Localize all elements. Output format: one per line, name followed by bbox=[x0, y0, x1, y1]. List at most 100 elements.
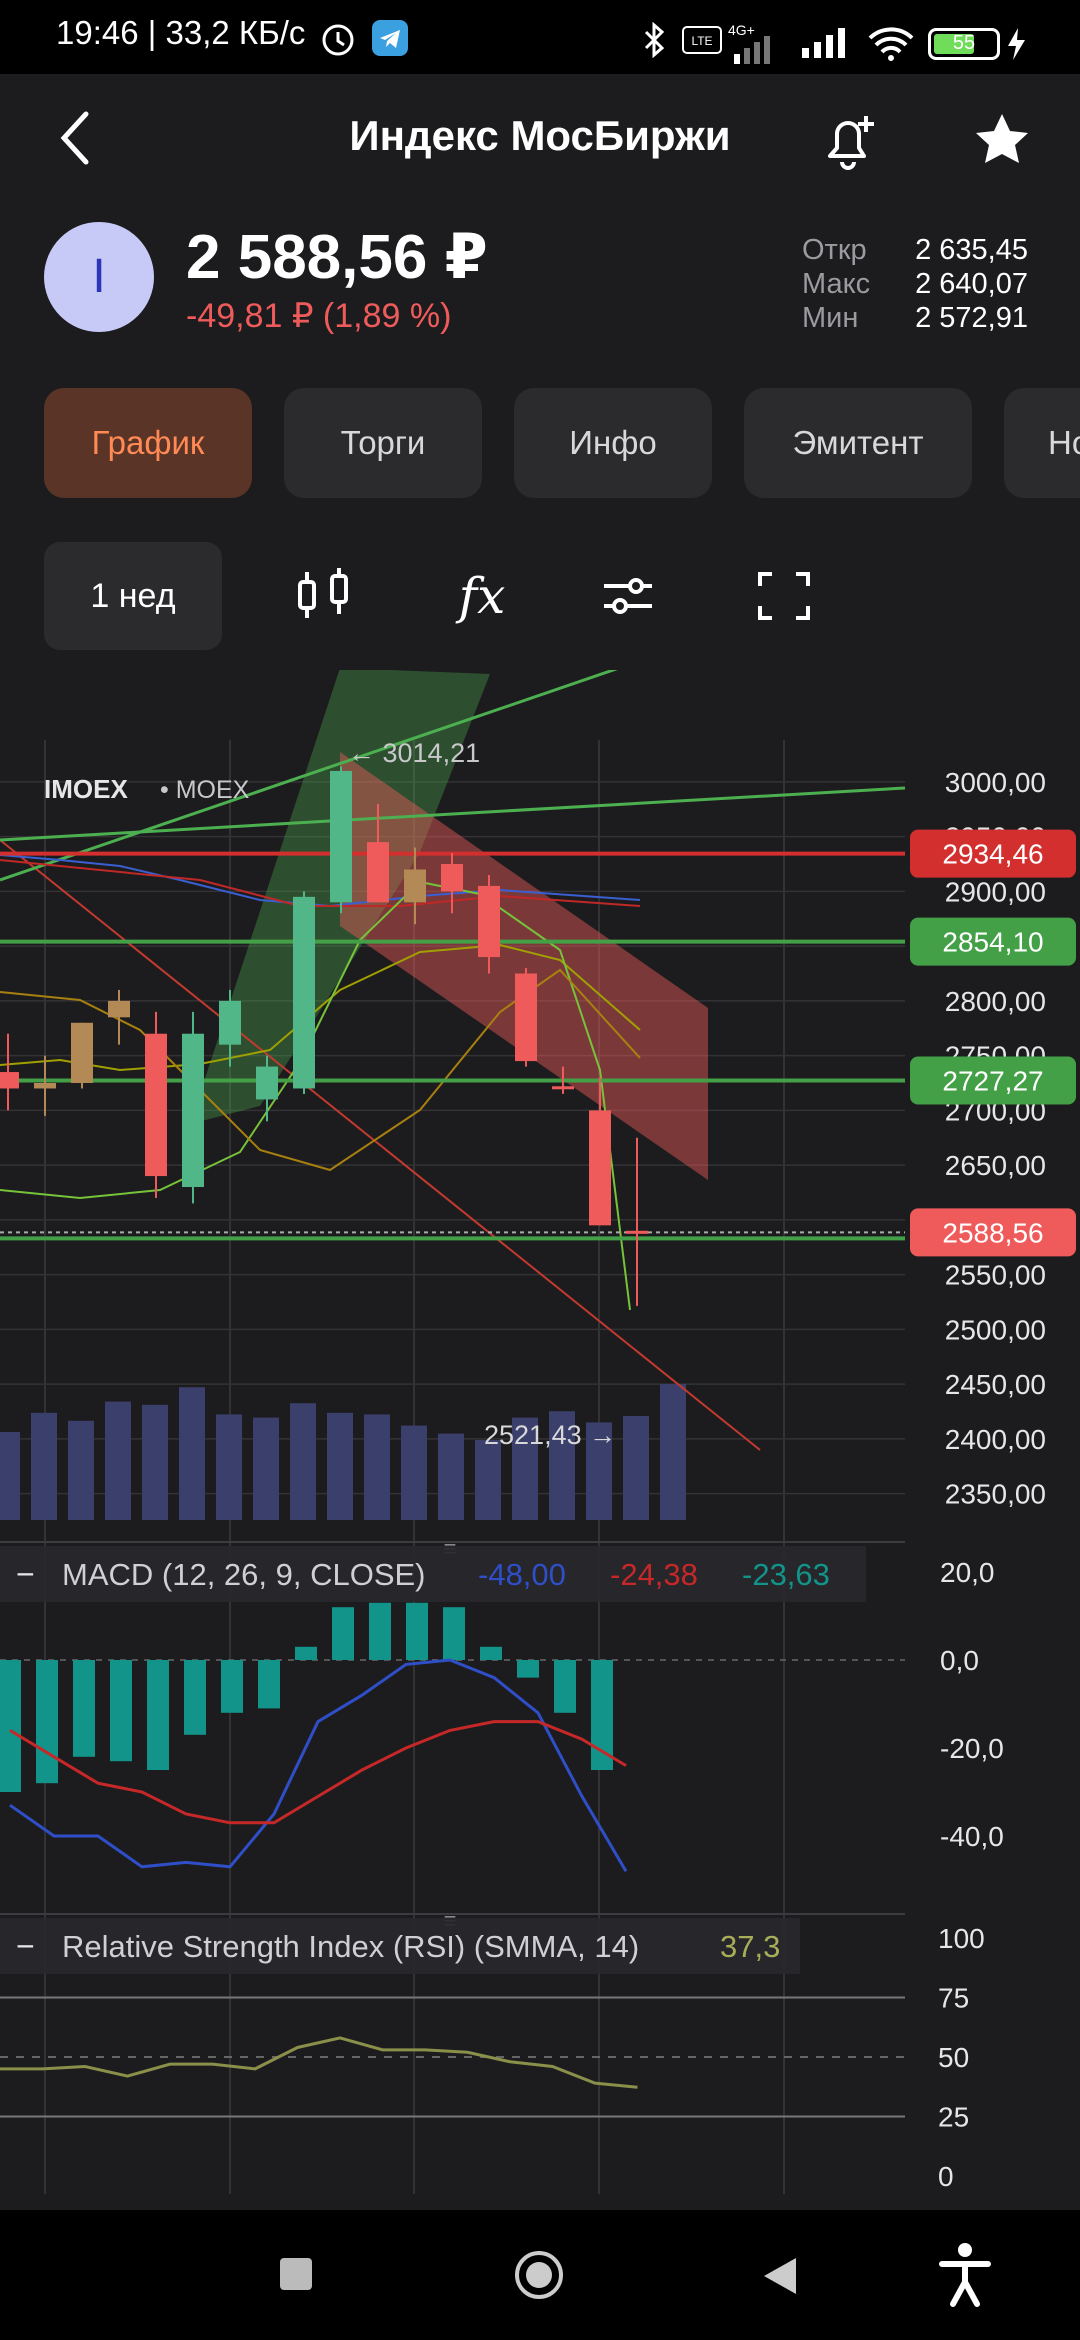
low-label: 2521,43 → bbox=[484, 1420, 616, 1450]
rsi-tick-label: 50 bbox=[938, 2042, 969, 2073]
candle-body bbox=[182, 1033, 204, 1188]
macd-histogram-bar bbox=[0, 1660, 21, 1792]
tab-info[interactable]: Инфо bbox=[514, 388, 712, 498]
stat-low-label: Мин bbox=[802, 302, 859, 334]
tab-issuer[interactable]: Эмитент bbox=[744, 388, 972, 498]
battery-level: 55 bbox=[952, 32, 976, 54]
candle-body bbox=[108, 1000, 130, 1018]
macd-histogram-bar bbox=[258, 1660, 280, 1709]
recent-apps-icon[interactable] bbox=[280, 2258, 312, 2290]
rsi-collapse-icon: − bbox=[16, 1928, 35, 1964]
wifi-icon bbox=[868, 27, 914, 61]
volume-bar bbox=[327, 1412, 353, 1520]
volume-bar bbox=[142, 1404, 168, 1520]
page-title: Индекс МосБиржи bbox=[349, 112, 731, 159]
volume-bar bbox=[438, 1433, 464, 1520]
charging-icon bbox=[1008, 28, 1025, 60]
candle-body bbox=[552, 1086, 574, 1090]
fullscreen-icon[interactable] bbox=[752, 564, 816, 628]
level-badge-label: 2588,56 bbox=[942, 1217, 1043, 1248]
alarm-icon bbox=[322, 24, 354, 56]
volume-bar bbox=[31, 1412, 57, 1520]
favorite-star-icon[interactable] bbox=[970, 108, 1034, 172]
settings-sliders-icon[interactable] bbox=[596, 564, 660, 628]
status-time: 19:46 | 33,2 КБ/с bbox=[56, 14, 306, 51]
signal-value: -24,38 bbox=[610, 1557, 698, 1592]
volume-bar bbox=[290, 1403, 316, 1520]
price-change: -49,81 ₽ (1,89 %) bbox=[186, 297, 452, 335]
macd-tick-label: -40,0 bbox=[940, 1821, 1004, 1852]
volume-bar bbox=[0, 1432, 20, 1520]
stat-open-label: Откр bbox=[802, 234, 867, 266]
price-tick-label: 2400,00 bbox=[945, 1424, 1046, 1455]
bluetooth-icon bbox=[644, 22, 665, 58]
macd-tick-label: -20,0 bbox=[940, 1733, 1004, 1764]
back-nav-icon[interactable] bbox=[760, 2254, 800, 2298]
macd-histogram-bar bbox=[443, 1607, 465, 1660]
level-badge-label: 2934,46 bbox=[942, 839, 1043, 870]
volume-bars bbox=[0, 1384, 686, 1520]
rsi-value: 37,3 bbox=[720, 1929, 780, 1964]
stat-open-value: 2 635,45 bbox=[915, 234, 1028, 266]
macd-line bbox=[9, 1658, 628, 1872]
telegram-icon bbox=[372, 20, 408, 56]
rsi-tick-label: 25 bbox=[938, 2102, 969, 2133]
add-alert-bell-icon[interactable] bbox=[818, 108, 880, 172]
avatar: I bbox=[44, 222, 154, 332]
macd-histogram-bar bbox=[110, 1660, 132, 1762]
tab-chart[interactable]: График bbox=[44, 388, 252, 498]
symbol-label: IMOEX bbox=[44, 774, 128, 804]
price-tick-label: 2350,00 bbox=[945, 1479, 1046, 1510]
macd-value: -48,00 bbox=[478, 1557, 566, 1592]
macd-histogram-bar bbox=[184, 1660, 206, 1735]
level-badge-label: 2727,27 bbox=[942, 1066, 1043, 1097]
candle-body bbox=[367, 842, 389, 903]
tab-trades[interactable]: Торги bbox=[284, 388, 482, 498]
macd-histogram-bar bbox=[554, 1660, 576, 1713]
candle-body bbox=[34, 1082, 56, 1089]
candle-body bbox=[330, 770, 352, 903]
macd-histogram-bar bbox=[591, 1660, 613, 1770]
candle-body bbox=[293, 896, 315, 1089]
volume-bar bbox=[623, 1416, 649, 1520]
chart-area[interactable]: ≡≡ 3000,002950,002900,002850,002800,0027… bbox=[0, 670, 1080, 2210]
battery-icon: 55 bbox=[928, 28, 1000, 60]
candle-body bbox=[145, 1033, 167, 1177]
price-axis: 3000,002950,002900,002850,002800,002750,… bbox=[945, 767, 1046, 1510]
macd-histogram-bar bbox=[406, 1602, 428, 1660]
signal-icon bbox=[734, 36, 770, 64]
macd-histogram-bar bbox=[295, 1646, 317, 1660]
indicators-fx-icon[interactable]: fx bbox=[450, 564, 514, 628]
volume-bar bbox=[364, 1414, 390, 1520]
rsi-label: Relative Strength Index (RSI) (SMMA, 14) bbox=[62, 1929, 639, 1964]
candle-body bbox=[404, 869, 426, 903]
candles-type-icon[interactable] bbox=[292, 564, 356, 628]
macd-histogram-bar bbox=[221, 1660, 243, 1713]
price-tick-label: 2900,00 bbox=[945, 876, 1046, 907]
macd-histogram-bar bbox=[332, 1607, 354, 1660]
level-badge-label: 2854,10 bbox=[942, 927, 1043, 958]
macd-tick-label: 0,0 bbox=[940, 1645, 979, 1676]
macd-pane: 20,0 0,0 -20,0 -40,0 − MACD (12, 26, 9, CLOSE… bbox=[0, 1546, 1004, 1872]
price-tick-label: 3000,00 bbox=[945, 767, 1046, 798]
accessibility-icon[interactable] bbox=[938, 2242, 992, 2308]
candle-body bbox=[478, 885, 500, 958]
app-screen: Индекс МосБиржи I 2 588,56 ₽ -49,81 ₽ (1… bbox=[0, 74, 1080, 2210]
svg-text:LTE: LTE bbox=[691, 34, 712, 48]
status-bar: 19:46 | 33,2 КБ/с LTE 4G+ 55 bbox=[0, 0, 1080, 74]
tab-news[interactable]: Но bbox=[1004, 388, 1080, 498]
price-tick-label: 2450,00 bbox=[945, 1369, 1046, 1400]
stat-high-label: Макс bbox=[802, 268, 871, 300]
volume-bar bbox=[68, 1420, 94, 1520]
candle-body bbox=[626, 1230, 648, 1234]
home-icon[interactable] bbox=[512, 2248, 566, 2302]
candle-body bbox=[0, 1072, 19, 1089]
macd-histogram-bar bbox=[36, 1660, 58, 1784]
signal-icon-2 bbox=[802, 28, 845, 58]
macd-tick-label: 20,0 bbox=[940, 1557, 995, 1588]
exchange-label: • MOEX bbox=[160, 776, 250, 804]
period-selector[interactable]: 1 нед bbox=[44, 542, 222, 650]
candle-body bbox=[219, 1000, 241, 1045]
volume-bar bbox=[475, 1440, 501, 1520]
volume-bar bbox=[401, 1425, 427, 1520]
